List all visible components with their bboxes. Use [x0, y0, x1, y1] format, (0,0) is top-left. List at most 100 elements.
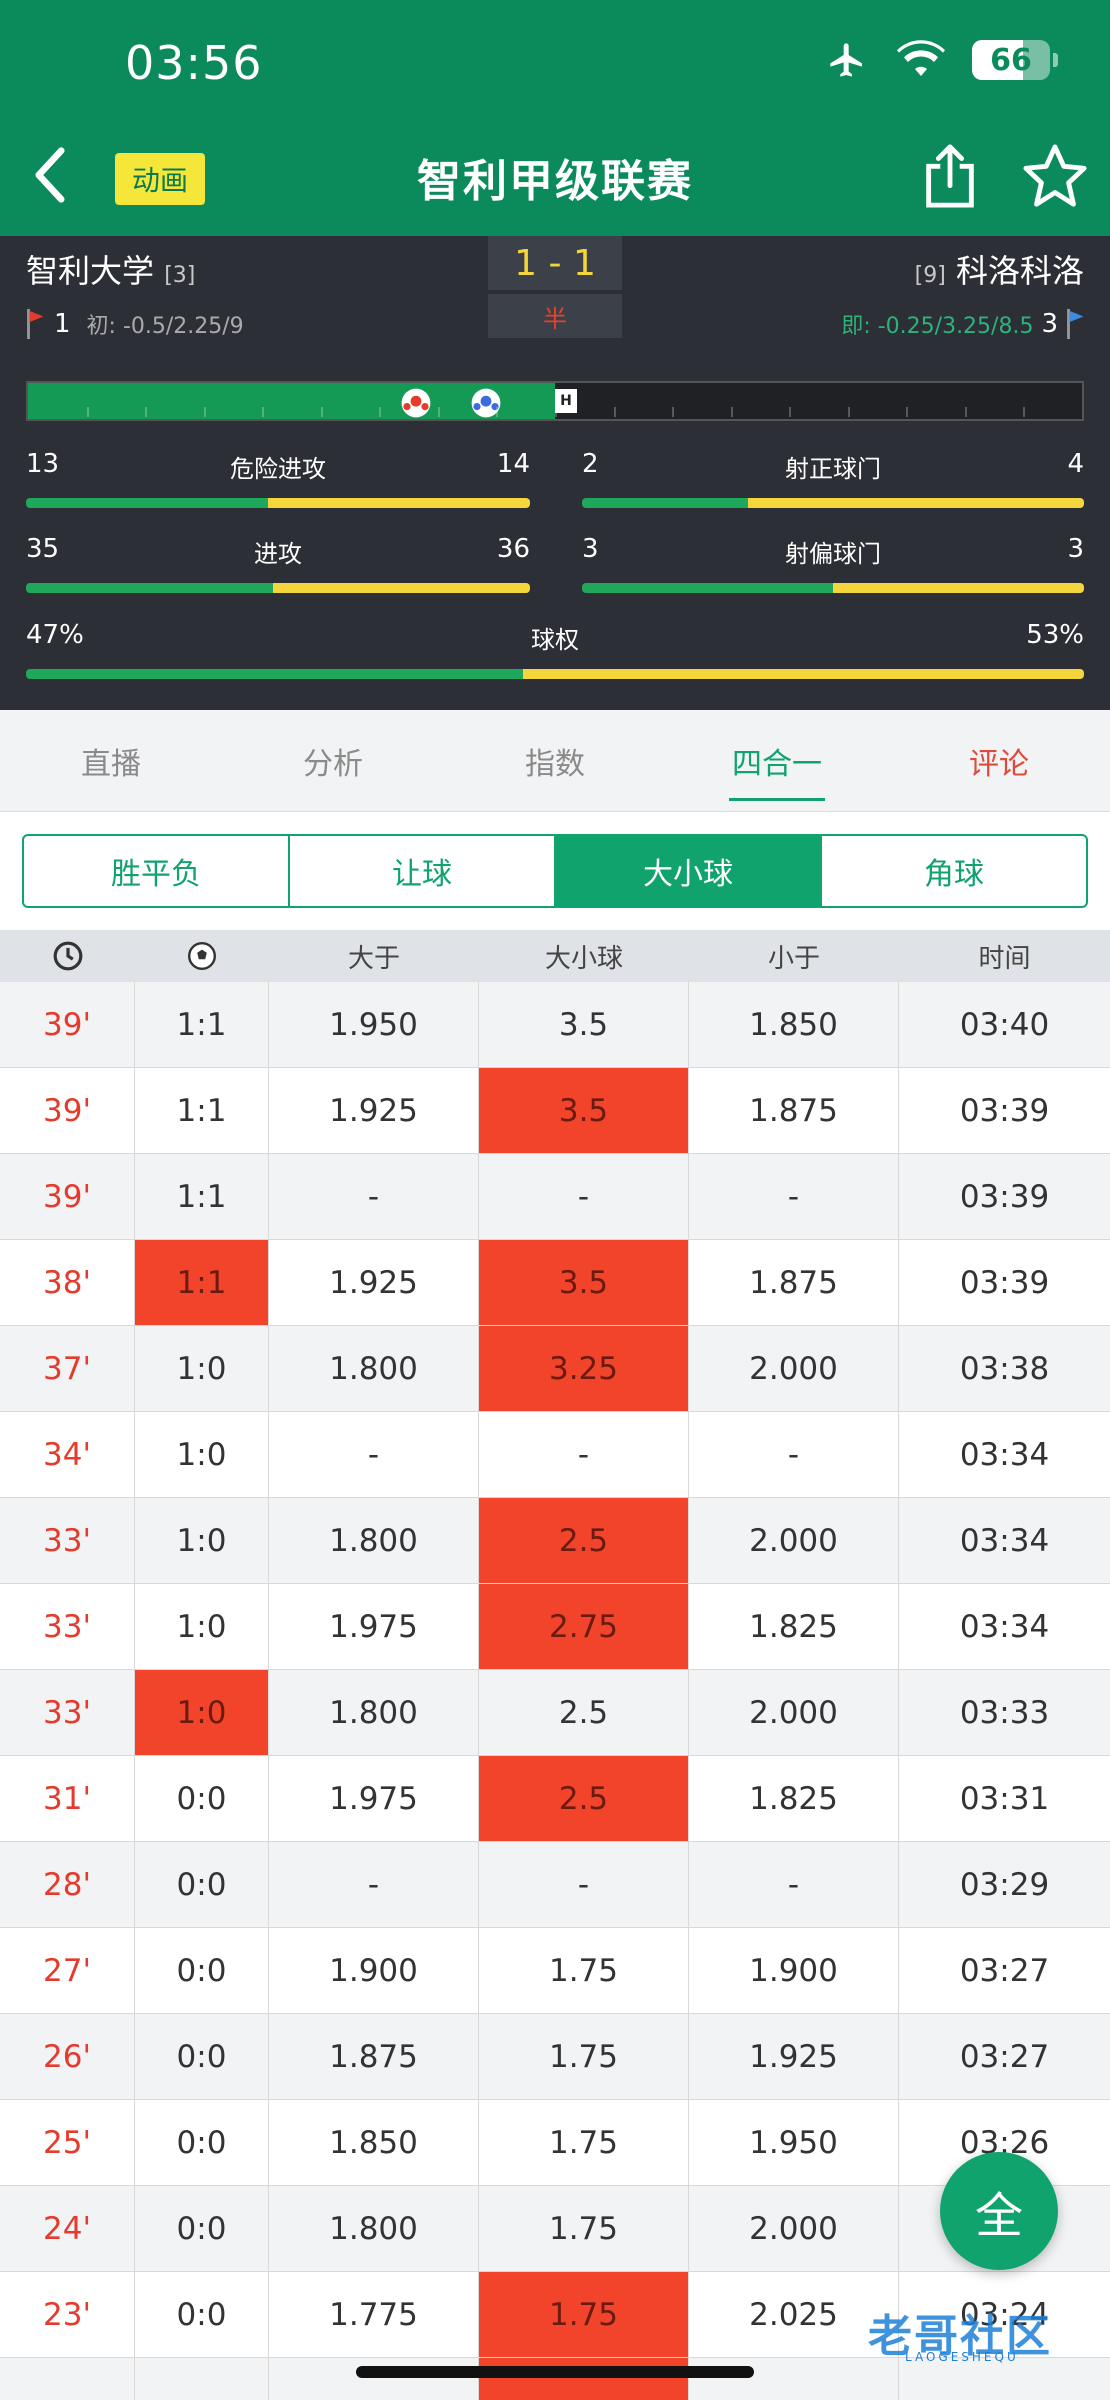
score: 1 - 1	[488, 236, 622, 290]
tab-analysis[interactable]: 分析	[222, 710, 444, 811]
home-team-rank: [3]	[164, 263, 196, 288]
score-cell: 1:0	[135, 1412, 269, 1497]
over-cell: -	[269, 1154, 479, 1239]
header-over: 大于	[347, 943, 400, 974]
away-team[interactable]: [9] 科洛科洛	[915, 246, 1084, 292]
stat-bar	[582, 583, 1084, 593]
score-cell: 1:0	[135, 1670, 269, 1755]
over-cell: 1.975	[269, 1756, 479, 1841]
stat-home: 2	[582, 449, 599, 479]
tab-index[interactable]: 指数	[444, 710, 666, 811]
timeline-tick	[145, 407, 148, 417]
tab-four-in-one[interactable]: 四合一	[666, 710, 888, 811]
home-team[interactable]: 智利大学 [3]	[26, 246, 195, 292]
under-cell	[689, 2358, 899, 2400]
segment-win-draw-lose[interactable]: 胜平负	[24, 836, 290, 906]
share-icon[interactable]	[922, 143, 978, 209]
tab-comments[interactable]: 评论	[888, 710, 1110, 811]
table-row[interactable]: 33' 1:0 1.800 2.5 2.000 03:33	[0, 1670, 1110, 1756]
battery-percent: 66	[990, 42, 1032, 78]
time-cell: 03:34	[959, 1608, 1050, 1645]
away-share-bar	[267, 498, 530, 508]
away-share-bar	[833, 583, 1084, 593]
over-cell: 1.800	[269, 2186, 479, 2271]
stat-label: 危险进攻	[230, 455, 326, 483]
minute-cell: 24'	[0, 2186, 135, 2271]
table-row[interactable]: 33' 1:0 1.975 2.75 1.825 03:34	[0, 1584, 1110, 1670]
stat-home: 13	[26, 449, 60, 479]
table-row[interactable]: 26' 0:0 1.875 1.75 1.925 03:27	[0, 2014, 1110, 2100]
star-icon[interactable]	[1020, 143, 1090, 209]
under-cell: 1.825	[689, 1756, 899, 1841]
table-row[interactable]: 39' 1:1 1.950 3.5 1.850 03:40	[0, 982, 1110, 1068]
stat-bar	[26, 669, 1084, 679]
line-cell: -	[479, 1412, 689, 1497]
header-score	[135, 930, 269, 982]
stat-shots-on-target: 2 射正球门 4	[582, 449, 1084, 509]
time-cell: 03:39	[959, 1092, 1050, 1129]
score-cell: 1:1	[135, 1154, 269, 1239]
segment-handicap[interactable]: 让球	[290, 836, 556, 906]
timeline-tick	[379, 407, 382, 417]
stat-bar	[26, 498, 530, 508]
app-header: 03:56 66 动画 智利甲级联赛	[0, 0, 1110, 236]
home-share-bar	[26, 583, 273, 593]
timeline-tick	[203, 407, 206, 417]
status-time: 03:56	[125, 36, 263, 90]
all-filter-button[interactable]: 全	[940, 2152, 1058, 2270]
under-cell: 1.925	[689, 2014, 899, 2099]
table-row[interactable]: 31' 0:0 1.975 2.5 1.825 03:31	[0, 1756, 1110, 1842]
stat-away: 53%	[1026, 620, 1084, 650]
line-cell: 1.75	[479, 2014, 689, 2099]
score-cell: 0:0	[135, 1756, 269, 1841]
line-cell: 1.75	[479, 1928, 689, 2013]
home-corners: 1	[54, 309, 71, 339]
segment-corners[interactable]: 角球	[822, 836, 1086, 906]
time-cell: 03:39	[959, 1178, 1050, 1215]
stat-dangerous-attacks: 13 危险进攻 14	[26, 449, 530, 509]
table-row[interactable]: 37' 1:0 1.800 3.25 2.000 03:38	[0, 1326, 1110, 1412]
table-row[interactable]: 33' 1:0 1.800 2.5 2.000 03:34	[0, 1498, 1110, 1584]
home-share-bar	[26, 669, 524, 679]
score-box: 1 - 1 半	[488, 236, 622, 340]
timeline-tick	[613, 407, 616, 417]
table-row[interactable]: 34' 1:0- - -03:34	[0, 1412, 1110, 1498]
score-cell: 1:1	[135, 1240, 269, 1325]
table-row[interactable]: 28' 0:0- - -03:29	[0, 1842, 1110, 1928]
table-row[interactable]: 39' 1:1 1.925 3.5 1.875 03:39	[0, 1068, 1110, 1154]
stat-label: 进攻	[254, 540, 302, 568]
table-row[interactable]: 25' 0:0 1.850 1.75 1.950 03:26	[0, 2100, 1110, 2186]
time-cell: 03:27	[959, 2038, 1050, 2075]
match-timeline: H	[26, 381, 1084, 421]
table-row[interactable]	[0, 2358, 1110, 2400]
score-cell: 0:0	[135, 2014, 269, 2099]
minute-cell: 27'	[0, 1928, 135, 2013]
main-tabs: 直播 分析 指数 四合一 评论	[0, 710, 1110, 812]
table-row[interactable]: 38' 1:1 1.925 3.5 1.875 03:39	[0, 1240, 1110, 1326]
stat-home: 3	[582, 534, 599, 564]
stat-bar	[582, 498, 1084, 508]
line-cell: 1.75	[479, 2272, 689, 2357]
timeline-tick	[437, 407, 440, 417]
over-cell: 1.925	[269, 1068, 479, 1153]
score-cell: 1:0	[135, 1498, 269, 1583]
segment-over-under[interactable]: 大小球	[556, 836, 822, 906]
home-indicator[interactable]	[356, 2366, 754, 2378]
time-cell: 03:31	[959, 1780, 1050, 1817]
time-cell: 03:39	[959, 1264, 1050, 1301]
table-row[interactable]: 27' 0:0 1.900 1.75 1.900 03:27	[0, 1928, 1110, 2014]
home-team-name: 智利大学	[26, 252, 155, 290]
battery-tip	[1053, 53, 1058, 67]
under-cell: 1.900	[689, 1928, 899, 2013]
score-cell: 1:0	[135, 1326, 269, 1411]
table-row[interactable]: 39' 1:1- - -03:39	[0, 1154, 1110, 1240]
line-cell: -	[479, 1154, 689, 1239]
timeline-tick	[1023, 407, 1026, 417]
over-cell: 1.950	[269, 982, 479, 1067]
tab-live[interactable]: 直播	[0, 710, 222, 811]
under-cell: 2.000	[689, 2186, 899, 2271]
header-minute	[0, 930, 135, 982]
line-cell: 2.75	[479, 1584, 689, 1669]
timeline-tick	[86, 407, 89, 417]
line-cell: 3.5	[479, 1068, 689, 1153]
